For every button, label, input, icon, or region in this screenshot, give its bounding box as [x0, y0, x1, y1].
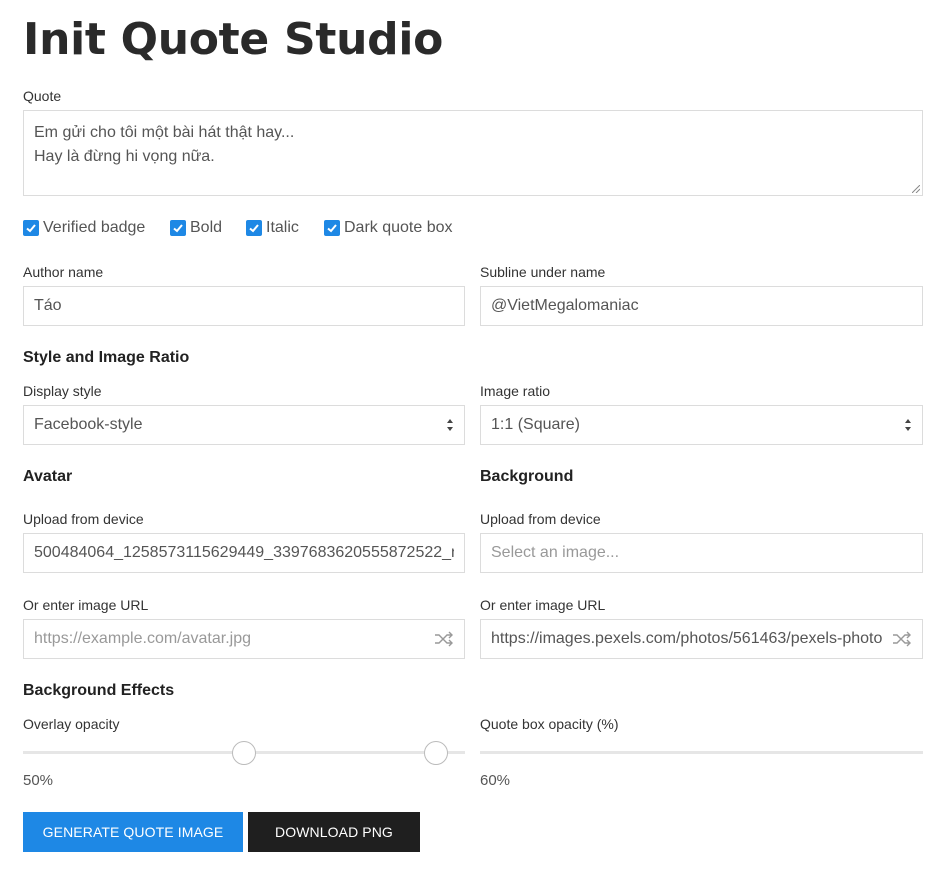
style-section-heading: Style and Image Ratio	[23, 349, 190, 366]
dark-quote-box-checkbox[interactable]: Dark quote box	[324, 219, 453, 237]
background-upload-input[interactable]: Select an image...	[480, 533, 923, 573]
quote-line-2: Hay là đừng hi vọng nữa.	[34, 148, 215, 165]
checkmark-icon	[23, 220, 39, 236]
background-upload-label: Upload from device	[480, 511, 601, 527]
italic-label: Italic	[266, 219, 299, 236]
avatar-upload-input[interactable]: 500484064_1258573115629449_3397683620555…	[23, 533, 465, 573]
shuffle-icon[interactable]	[892, 631, 912, 647]
avatar-upload-value: 500484064_1258573115629449_3397683620555…	[34, 544, 454, 561]
verified-badge-checkbox[interactable]: Verified badge	[23, 219, 145, 237]
display-style-value: Facebook-style	[34, 416, 143, 433]
quote-box-opacity-thumb[interactable]	[423, 741, 448, 765]
checkmark-icon	[246, 220, 262, 236]
select-arrows-icon	[447, 419, 453, 431]
dark-quote-box-label: Dark quote box	[344, 219, 453, 236]
background-heading: Background	[480, 468, 574, 485]
quote-box-opacity-label: Quote box opacity (%)	[480, 716, 619, 732]
background-effects-heading: Background Effects	[23, 682, 175, 699]
shuffle-icon[interactable]	[434, 631, 454, 647]
subline-value: @VietMegalomaniac	[491, 297, 639, 314]
verified-badge-label: Verified badge	[43, 219, 146, 236]
background-url-label: Or enter image URL	[480, 597, 606, 613]
bold-checkbox[interactable]: Bold	[170, 219, 222, 237]
author-name-value: Táo	[34, 297, 62, 314]
quote-box-opacity-value: 60%	[480, 772, 511, 789]
subline-input[interactable]: @VietMegalomaniac	[480, 286, 923, 326]
overlay-opacity-thumb[interactable]	[232, 741, 256, 765]
author-name-input[interactable]: Táo	[23, 286, 465, 326]
author-name-label: Author name	[23, 264, 104, 280]
avatar-url-placeholder: https://example.com/avatar.jpg	[34, 630, 251, 647]
select-arrows-icon	[905, 419, 911, 431]
image-ratio-label: Image ratio	[480, 383, 551, 399]
avatar-upload-label: Upload from device	[23, 511, 144, 527]
avatar-url-input[interactable]: https://example.com/avatar.jpg	[23, 619, 465, 659]
subline-label: Subline under name	[480, 264, 606, 280]
background-url-input[interactable]: https://images.pexels.com/photos/561463/…	[480, 619, 923, 659]
overlay-opacity-value: 50%	[23, 772, 54, 789]
italic-checkbox[interactable]: Italic	[246, 219, 299, 237]
bold-label: Bold	[190, 219, 223, 236]
quote-line-1: Em gửi cho tôi một bài hát thật hay...	[34, 124, 295, 141]
checkmark-icon	[170, 220, 186, 236]
quote-box-opacity-slider[interactable]	[480, 751, 923, 754]
image-ratio-value: 1:1 (Square)	[491, 416, 580, 433]
quote-textarea[interactable]: Em gửi cho tôi một bài hát thật hay... H…	[23, 110, 923, 196]
page-title: Init Quote Studio	[23, 14, 444, 65]
display-style-label: Display style	[23, 383, 102, 399]
resize-handle-icon[interactable]	[912, 185, 920, 193]
checkmark-icon	[324, 220, 340, 236]
download-png-button[interactable]: DOWNLOAD PNG	[248, 812, 420, 852]
generate-quote-image-button[interactable]: GENERATE QUOTE IMAGE	[23, 812, 243, 852]
image-ratio-select[interactable]: 1:1 (Square)	[480, 405, 923, 445]
avatar-heading: Avatar	[23, 468, 73, 485]
display-style-select[interactable]: Facebook-style	[23, 405, 465, 445]
background-upload-placeholder: Select an image...	[491, 544, 620, 561]
quote-label: Quote	[23, 88, 62, 104]
overlay-opacity-label: Overlay opacity	[23, 716, 120, 732]
avatar-url-label: Or enter image URL	[23, 597, 149, 613]
background-url-value: https://images.pexels.com/photos/561463/…	[491, 630, 882, 647]
